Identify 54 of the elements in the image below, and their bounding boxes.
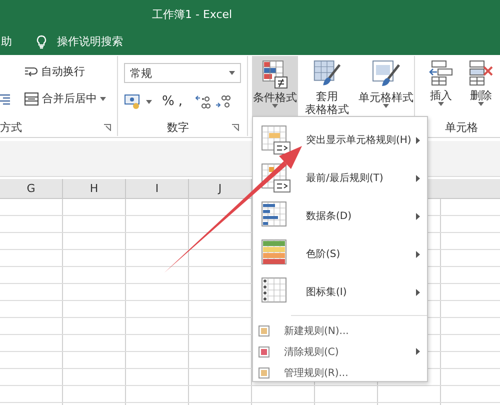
insert-cells-icon: [428, 59, 454, 87]
dialog-launcher-icon[interactable]: [232, 124, 239, 130]
dialog-launcher-icon[interactable]: [104, 124, 111, 130]
menu-item[interactable]: 清除规则(C): [253, 341, 427, 362]
cell-brush-icon: [371, 59, 401, 89]
tell-me-search[interactable]: 操作说明搜索: [57, 34, 123, 49]
align-icon: [0, 92, 10, 104]
caret-icon: [383, 104, 389, 108]
submenu-arrow-icon: [416, 250, 420, 258]
caret-icon: [478, 102, 484, 106]
increase-decimal-icon[interactable]: [194, 94, 210, 109]
menu-item[interactable]: 新建规则(N)...: [253, 320, 427, 341]
column-header[interactable]: G: [0, 179, 63, 198]
menu-item[interactable]: 图标集(I): [253, 273, 427, 311]
lightbulb-icon: [36, 34, 47, 48]
styles-button[interactable]: 单元格样式: [356, 56, 416, 120]
ribbon-tab[interactable]: 助: [1, 34, 32, 49]
rule-icon: [261, 125, 291, 155]
submenu-arrow-icon: [416, 174, 420, 182]
group-label: 方式: [0, 120, 22, 134]
number-format-dropdown[interactable]: 常规: [124, 63, 241, 83]
merge-center-icon: [24, 92, 39, 106]
merge-center-button[interactable]: 合并后居中: [42, 91, 97, 106]
menu-item[interactable]: 突出显示单元格规则(H): [253, 121, 427, 159]
submenu-arrow-icon: [416, 212, 420, 220]
caret-icon: [229, 71, 235, 75]
rule-icon: [258, 324, 270, 336]
caret-icon: [438, 102, 444, 106]
menu-item[interactable]: 管理规则(R)...: [253, 362, 427, 383]
caret-icon: [100, 96, 106, 100]
menu-item[interactable]: 色阶(S): [253, 235, 427, 273]
window-title: 工作簿1 - Excel: [152, 6, 232, 22]
delete-cells-icon: [468, 59, 494, 87]
caret-icon: [146, 100, 152, 104]
group-label: 单元格: [444, 120, 479, 135]
decrease-decimal-icon[interactable]: [214, 94, 230, 109]
cells-button[interactable]: 插入: [423, 56, 459, 118]
comma-style-button[interactable]: ,: [178, 94, 182, 109]
cells-button[interactable]: 删除: [463, 56, 499, 118]
rule-icon: [258, 366, 270, 378]
submenu-arrow-icon: [416, 288, 420, 296]
percent-style-button[interactable]: %: [162, 94, 174, 109]
rule-icon: [258, 346, 270, 358]
wrap-text-button[interactable]: 自动换行: [41, 64, 85, 79]
menu-item[interactable]: 数据条(D): [253, 197, 427, 235]
group-label: 数字: [166, 120, 190, 134]
column-header[interactable]: I: [126, 179, 189, 198]
conditional-format-icon: [261, 59, 289, 89]
currency-icon[interactable]: [124, 94, 142, 109]
submenu-arrow-icon: [416, 348, 420, 355]
caret-icon: [272, 104, 278, 108]
submenu-arrow-icon: [416, 136, 420, 144]
wrap-text-icon: [24, 64, 38, 78]
column-header[interactable]: H: [63, 179, 126, 198]
